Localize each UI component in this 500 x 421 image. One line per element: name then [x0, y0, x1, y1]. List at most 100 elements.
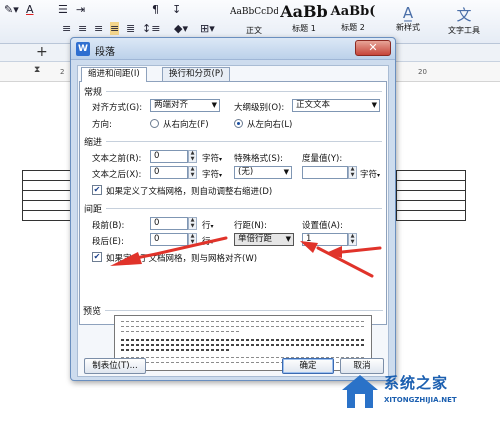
- indent-before-label: 文本之前(R):: [92, 154, 142, 164]
- snap-to-grid-label: 如果定义了文档网格，则与网格对齐(W): [106, 254, 258, 264]
- space-after-label: 段后(E):: [92, 237, 124, 247]
- highlight-icon[interactable]: ✎▾: [4, 3, 19, 16]
- tabs-button[interactable]: 制表位(T)...: [84, 358, 146, 374]
- rtl-radio[interactable]: [150, 119, 159, 128]
- style-heading-1[interactable]: AaBb 标题 1: [280, 2, 328, 40]
- space-after-stepper[interactable]: ▲ ▼: [188, 233, 197, 246]
- line-spacing-select[interactable]: 单倍行距 ▼: [234, 233, 294, 246]
- ok-button[interactable]: 确定: [282, 358, 334, 374]
- dialog-titlebar[interactable]: W 段落 ✕: [71, 38, 395, 60]
- new-style-label: 新样式: [396, 23, 420, 32]
- indent-spacing-panel: 常规 对齐方式(G): 两端对齐 ▼ 大纲级别(O): 正文文本 ▼ 方向: 从右向…: [79, 81, 387, 325]
- auto-adjust-indent-checkbox[interactable]: ✔: [92, 185, 102, 195]
- indent-before-stepper[interactable]: ▲ ▼: [188, 150, 197, 163]
- alignment-label: 对齐方式(G):: [92, 103, 143, 113]
- indent-after-unit[interactable]: 字符▾: [202, 168, 222, 180]
- section-spacing-title: 间距: [84, 205, 103, 215]
- measure-stepper[interactable]: ▲ ▼: [348, 166, 357, 179]
- tab-line-page-breaks[interactable]: 换行和分页(P): [162, 67, 231, 81]
- style-caption: 标题 1: [292, 24, 316, 33]
- align-right-icon[interactable]: ≡: [94, 22, 103, 35]
- setting-value-stepper[interactable]: ▲ ▼: [348, 233, 357, 246]
- watermark-url: XITONGZHIJIA.NET: [384, 396, 457, 404]
- indent-after-label: 文本之后(X):: [92, 170, 142, 180]
- indent-before-unit[interactable]: 字符▾: [202, 152, 222, 164]
- indent-marker-icon[interactable]: ⧗: [34, 65, 40, 75]
- section-divider: [106, 91, 382, 92]
- show-marks-icon[interactable]: ¶: [152, 3, 159, 16]
- setting-value-label: 设置值(A):: [302, 221, 343, 231]
- border-icon[interactable]: ⊞▾: [200, 22, 215, 35]
- line-spacing-value: 单倍行距: [238, 234, 273, 244]
- sort-icon[interactable]: ↧: [172, 3, 181, 16]
- preview-line: [121, 321, 365, 322]
- close-button[interactable]: ✕: [355, 40, 391, 56]
- dropdown-arrow-icon: ▾: [377, 172, 381, 179]
- tab-indent-spacing[interactable]: 缩进和间距(I): [81, 67, 147, 82]
- space-before-unit[interactable]: 行▾: [202, 219, 214, 231]
- measure-label: 度量值(Y):: [302, 154, 343, 164]
- style-normal[interactable]: AaBbCcDd 正文: [230, 2, 278, 40]
- outline-level-value: 正文文本: [296, 100, 331, 110]
- align-left-icon[interactable]: ≡: [62, 22, 71, 35]
- font-color-icon[interactable]: A: [26, 3, 34, 16]
- space-before-input[interactable]: 0: [150, 217, 188, 230]
- indent-after-input[interactable]: 0: [150, 166, 188, 179]
- special-format-select[interactable]: (无) ▼: [234, 166, 292, 179]
- unit-text: 字符: [202, 154, 220, 164]
- text-tools-label: 文字工具: [448, 26, 480, 35]
- section-preview-title: 预览: [83, 307, 102, 317]
- new-style-button[interactable]: A̲ 新样式: [388, 4, 428, 33]
- dropdown-arrow-icon: ▼: [285, 235, 291, 243]
- ruler-mark: 2: [60, 68, 65, 76]
- style-heading-2[interactable]: AaBb( 标题 2: [330, 2, 376, 40]
- text-tools-icon: 文: [456, 6, 472, 24]
- line-spacing-icon[interactable]: ↕≡: [142, 22, 160, 35]
- new-tab-icon[interactable]: +: [36, 44, 48, 60]
- site-watermark: 系统之家 XITONGZHIJIA.NET: [340, 366, 496, 418]
- paragraph-dialog: W 段落 ✕ 缩进和间距(I) 换行和分页(P) 常规 对齐方式(G): 两端对…: [70, 37, 396, 381]
- dropdown-arrow-icon: ▾: [219, 172, 223, 179]
- space-after-input[interactable]: 0: [150, 233, 188, 246]
- space-after-unit[interactable]: 行▾: [202, 235, 214, 247]
- dropdown-arrow-icon: ▾: [210, 223, 214, 230]
- house-logo-icon: [342, 375, 378, 408]
- alignment-select[interactable]: 两端对齐 ▼: [150, 99, 220, 112]
- dropdown-arrow-icon: ▼: [211, 101, 217, 109]
- dropdown-arrow-icon: ▼: [371, 101, 377, 109]
- space-before-stepper[interactable]: ▲ ▼: [188, 217, 197, 230]
- snap-to-grid-checkbox[interactable]: ✔: [92, 252, 102, 262]
- dropdown-arrow-icon: ▼: [283, 168, 289, 176]
- rtl-label: 从右向左(F): [163, 120, 209, 130]
- wps-app-icon: W: [76, 42, 90, 56]
- setting-value-input[interactable]: 1: [302, 233, 348, 246]
- text-tools-button[interactable]: 文 文字工具: [436, 4, 492, 36]
- measure-input[interactable]: [302, 166, 348, 179]
- distribute-icon[interactable]: ≣: [126, 22, 135, 35]
- auto-adjust-indent-label: 如果定义了文档网格，则自动调整右缩进(D): [106, 187, 273, 197]
- style-preview: AaBb: [280, 2, 328, 21]
- indent-icon[interactable]: ⇥: [76, 3, 85, 16]
- section-general-title: 常规: [84, 88, 103, 98]
- indent-before-input[interactable]: 0: [150, 150, 188, 163]
- special-format-value: (无): [238, 167, 254, 177]
- indent-after-stepper[interactable]: ▲ ▼: [188, 166, 197, 179]
- preview-line: [121, 326, 365, 327]
- style-preview: AaBbCcDd: [230, 7, 278, 17]
- align-center-icon[interactable]: ≡: [78, 22, 87, 35]
- dialog-title: 段落: [95, 47, 115, 58]
- shading-icon[interactable]: ◆▾: [174, 22, 188, 35]
- ltr-radio[interactable]: [234, 119, 243, 128]
- special-format-label: 特殊格式(S):: [234, 154, 283, 164]
- style-caption: 标题 2: [341, 23, 365, 32]
- preview-line: [121, 331, 241, 332]
- list-bullets-icon[interactable]: ☰: [58, 3, 68, 16]
- outline-level-select[interactable]: 正文文本 ▼: [292, 99, 380, 112]
- preview-line: [121, 344, 365, 346]
- measure-unit[interactable]: 字符▾: [360, 168, 380, 180]
- section-indent-title: 缩进: [84, 138, 103, 148]
- preview-line: [121, 349, 231, 351]
- section-divider: [105, 310, 383, 311]
- alignment-value: 两端对齐: [154, 100, 189, 110]
- align-justify-icon[interactable]: ≡: [110, 22, 120, 35]
